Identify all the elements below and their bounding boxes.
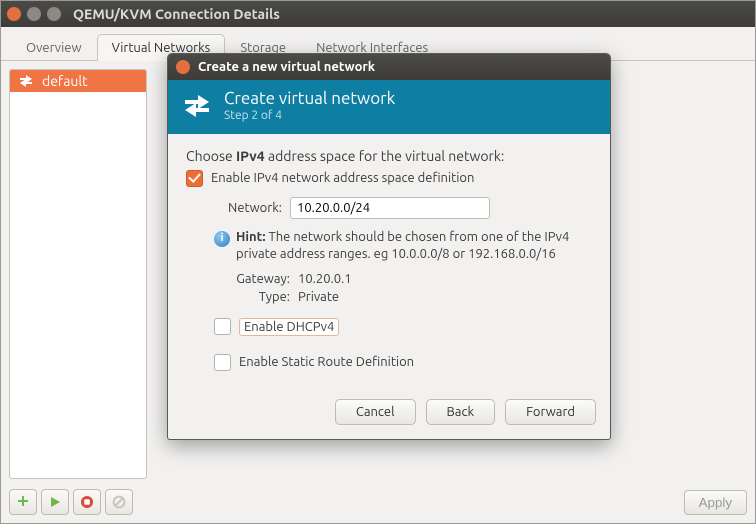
tab-overview[interactable]: Overview xyxy=(11,34,97,61)
enable-dhcp-checkbox[interactable] xyxy=(214,318,231,335)
network-input[interactable] xyxy=(290,197,490,219)
gateway-value: 10.20.0.1 xyxy=(298,272,352,286)
minimize-icon[interactable] xyxy=(27,7,41,21)
type-value: Private xyxy=(298,290,339,304)
type-row: Type: Private xyxy=(226,290,592,304)
forward-button[interactable]: Forward xyxy=(505,399,596,425)
parent-titlebar: QEMU/KVM Connection Details xyxy=(1,1,755,27)
cancel-button[interactable]: Cancel xyxy=(335,399,416,425)
apply-button[interactable]: Apply xyxy=(684,490,747,515)
stop-network-button[interactable] xyxy=(73,489,101,515)
enable-dhcp-row: Enable DHCPv4 xyxy=(214,318,592,336)
network-transfer-icon xyxy=(182,91,212,121)
add-network-button[interactable] xyxy=(9,489,37,515)
dialog-header: Create virtual network Step 2 of 4 xyxy=(168,80,610,134)
enable-static-route-label: Enable Static Route Definition xyxy=(239,355,414,369)
dialog-titlebar: Create a new virtual network xyxy=(168,54,610,80)
dialog-window-title: Create a new virtual network xyxy=(198,60,375,74)
enable-static-route-checkbox[interactable] xyxy=(214,354,231,371)
network-field-row: Network: xyxy=(214,197,592,219)
maximize-icon[interactable] xyxy=(47,7,61,21)
parent-footer: Apply xyxy=(9,489,747,515)
toolbar-buttons xyxy=(9,489,133,515)
parent-window-title: QEMU/KVM Connection Details xyxy=(73,6,280,22)
stop-circle-icon xyxy=(80,495,94,509)
dialog-header-title: Create virtual network xyxy=(224,90,395,109)
enable-ipv4-row: Enable IPv4 network address space defini… xyxy=(186,170,592,187)
enable-static-route-row: Enable Static Route Definition xyxy=(214,354,592,371)
dialog-close-icon[interactable] xyxy=(176,60,190,74)
hint-block: i Hint: The network should be chosen fro… xyxy=(214,229,592,264)
info-icon: i xyxy=(214,231,230,247)
dialog-footer: Cancel Back Forward xyxy=(168,387,610,439)
play-icon xyxy=(49,496,61,508)
network-label: Network: xyxy=(214,201,282,215)
gateway-label: Gateway: xyxy=(226,272,290,286)
dialog-body: Choose IPv4 address space for the virtua… xyxy=(168,134,610,387)
dialog-header-step: Step 2 of 4 xyxy=(224,109,395,122)
create-virtual-network-dialog: Create a new virtual network Create virt… xyxy=(167,53,611,440)
back-button[interactable]: Back xyxy=(426,399,496,425)
choose-ipv4-label: Choose IPv4 address space for the virtua… xyxy=(186,148,592,164)
type-label: Type: xyxy=(226,290,290,304)
close-icon[interactable] xyxy=(7,7,21,21)
enable-ipv4-checkbox[interactable] xyxy=(186,170,203,187)
gateway-row: Gateway: 10.20.0.1 xyxy=(226,272,592,286)
plus-icon xyxy=(16,495,30,509)
start-network-button[interactable] xyxy=(41,489,69,515)
delete-network-button[interactable] xyxy=(105,489,133,515)
list-item[interactable]: default xyxy=(10,70,146,92)
hint-text: Hint: The network should be chosen from … xyxy=(236,229,592,264)
enable-dhcp-label: Enable DHCPv4 xyxy=(239,318,339,336)
enable-ipv4-label: Enable IPv4 network address space defini… xyxy=(211,171,474,185)
prohibit-icon xyxy=(112,495,126,509)
virtual-network-list[interactable]: default xyxy=(9,69,147,479)
network-transfer-icon xyxy=(18,73,34,89)
list-item-label: default xyxy=(42,73,88,89)
